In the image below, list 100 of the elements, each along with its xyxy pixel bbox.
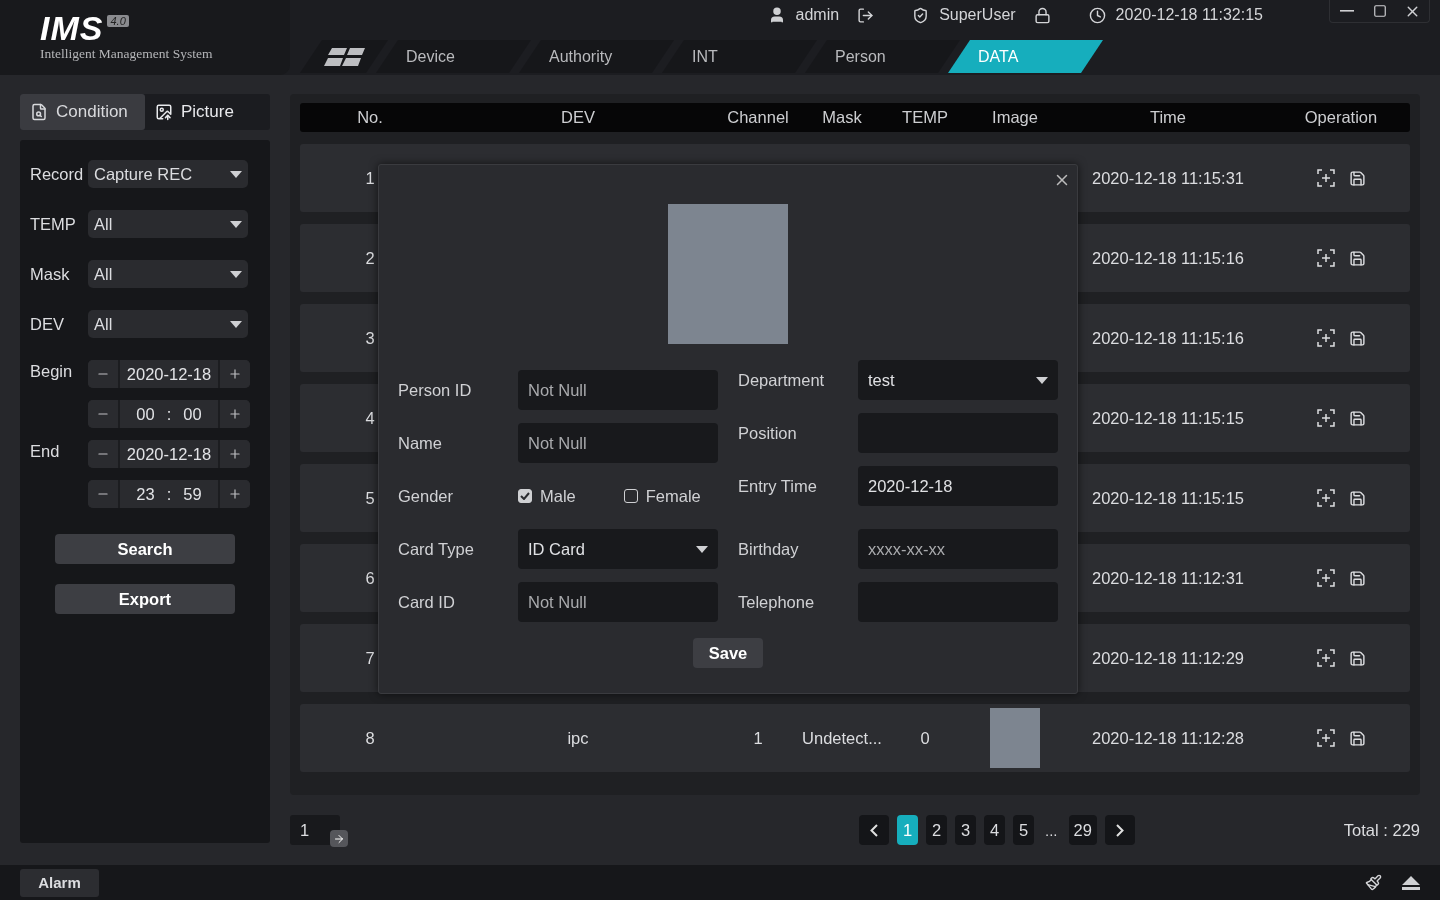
table-cell: 1 xyxy=(365,168,375,188)
current-datetime: 2020-12-18 11:32:15 xyxy=(1115,6,1263,24)
table-cell: 2 xyxy=(365,248,375,268)
plus-icon xyxy=(228,367,242,381)
filter-label: TEMP xyxy=(30,214,77,234)
field-label: Gender xyxy=(398,485,455,507)
action-button[interactable]: Search xyxy=(55,534,235,564)
go-button[interactable] xyxy=(330,830,348,847)
previous-page-button[interactable] xyxy=(859,815,889,845)
page-button[interactable]: 29 xyxy=(1068,815,1097,845)
user-name: admin xyxy=(795,6,840,24)
filter-label: End xyxy=(30,441,61,462)
chevron-left-icon xyxy=(870,823,878,837)
select-field[interactable]: All xyxy=(88,210,248,238)
table-cell: ipc xyxy=(567,728,589,748)
page-button[interactable]: 5 xyxy=(1013,815,1034,845)
page-input[interactable]: 1 xyxy=(290,815,340,845)
column-header: No. xyxy=(356,108,384,127)
save-button[interactable] xyxy=(1348,169,1366,187)
table-cell: 4 xyxy=(365,408,375,428)
select-field[interactable]: test xyxy=(858,360,1058,400)
field-label: Entry Time xyxy=(738,475,818,497)
eject-icon[interactable] xyxy=(1402,875,1420,890)
input-field[interactable]: Not Null xyxy=(518,582,718,622)
capture-button[interactable] xyxy=(1316,409,1335,427)
user-role: SuperUser xyxy=(939,6,1016,24)
caret-icon xyxy=(230,270,242,278)
filter-label: Record xyxy=(30,164,85,184)
save-button[interactable] xyxy=(1348,329,1366,347)
table-cell: 5 xyxy=(365,488,375,508)
save-button[interactable] xyxy=(1348,249,1366,267)
minimize-icon xyxy=(1339,10,1354,12)
date-value: 2020-12-18 xyxy=(126,364,212,384)
caret-icon xyxy=(230,320,242,328)
select-field[interactable]: Capture REC xyxy=(88,160,248,188)
hour-value: 23 xyxy=(136,484,155,504)
alarm-button[interactable]: Alarm xyxy=(20,868,99,897)
column-header: Time xyxy=(1148,108,1188,127)
page-button[interactable]: 3 xyxy=(955,815,976,845)
save-button[interactable] xyxy=(1348,569,1366,587)
field-label: Department xyxy=(738,369,826,391)
table-cell: 6 xyxy=(365,568,375,588)
save-button[interactable]: Save xyxy=(693,638,763,668)
checkbox-option[interactable]: Female xyxy=(623,486,701,506)
field-label: Card Type xyxy=(398,538,475,560)
table-cell: 2020-12-18 11:15:15 xyxy=(1092,408,1244,428)
maximize-icon xyxy=(1372,4,1387,18)
page-button[interactable]: 2 xyxy=(926,815,947,845)
input-field[interactable]: Not Null xyxy=(518,423,718,463)
capture-button[interactable] xyxy=(1316,569,1335,587)
caret-icon xyxy=(696,545,708,553)
column-header: Mask xyxy=(821,108,863,127)
field-label: Position xyxy=(738,422,798,444)
next-page-button[interactable] xyxy=(1104,815,1135,845)
capture-button[interactable] xyxy=(1316,329,1335,347)
nav-tab[interactable]: INT xyxy=(662,40,817,73)
checkbox-option[interactable]: Male xyxy=(518,486,576,506)
brush-icon[interactable] xyxy=(1365,874,1382,891)
table-cell: 1 xyxy=(753,728,763,748)
checkbox[interactable] xyxy=(623,489,638,503)
logout-icon[interactable] xyxy=(857,6,875,24)
input-field[interactable]: xxxx-xx-xx xyxy=(858,529,1058,569)
plus-icon xyxy=(228,407,242,421)
side-tab[interactable]: Condition xyxy=(20,94,145,130)
table-cell: 0 xyxy=(920,728,930,748)
shield-icon xyxy=(912,6,930,24)
checkbox[interactable] xyxy=(518,489,532,503)
select-field[interactable]: ID Card xyxy=(518,529,718,569)
save-button[interactable] xyxy=(1348,489,1366,507)
save-button[interactable] xyxy=(1348,729,1366,747)
capture-button[interactable] xyxy=(1316,249,1335,267)
select-field[interactable]: All xyxy=(88,260,248,288)
lock-icon[interactable] xyxy=(1033,6,1051,24)
capture-button[interactable] xyxy=(1316,649,1335,667)
grid-icon xyxy=(322,47,366,66)
table-cell: 2020-12-18 11:12:28 xyxy=(1092,728,1244,748)
input-field[interactable]: 2020-12-18 xyxy=(858,466,1058,506)
nav-tab[interactable]: Authority xyxy=(519,40,674,73)
logo: IMS xyxy=(40,12,104,44)
total-count: Total : 229 xyxy=(1343,820,1420,840)
field-label: Telephone xyxy=(738,591,816,613)
capture-button[interactable] xyxy=(1316,169,1335,187)
capture-button[interactable] xyxy=(1316,489,1335,507)
action-button[interactable]: Export xyxy=(55,584,235,614)
input-field[interactable]: Not Null xyxy=(518,370,718,410)
save-button[interactable] xyxy=(1348,649,1366,667)
capture-button[interactable] xyxy=(1316,729,1335,747)
side-tab[interactable]: Picture xyxy=(145,94,270,130)
table-row[interactable]: 8 ipc 1 Undetect... 0 2020-12-18 11:12:28 xyxy=(300,704,1410,772)
date-value: 2020-12-18 xyxy=(126,444,212,464)
page-button[interactable]: 4 xyxy=(984,815,1005,845)
caret-icon xyxy=(230,170,242,178)
nav-tab[interactable]: Person xyxy=(805,40,960,73)
minute-value: 00 xyxy=(183,404,202,424)
select-field[interactable]: All xyxy=(88,310,248,338)
caret-icon xyxy=(230,220,242,228)
nav-tab[interactable]: Device xyxy=(376,40,531,73)
save-button[interactable] xyxy=(1348,409,1366,427)
table-cell: 8 xyxy=(365,728,375,748)
table-cell: 2020-12-18 11:15:15 xyxy=(1092,488,1244,508)
